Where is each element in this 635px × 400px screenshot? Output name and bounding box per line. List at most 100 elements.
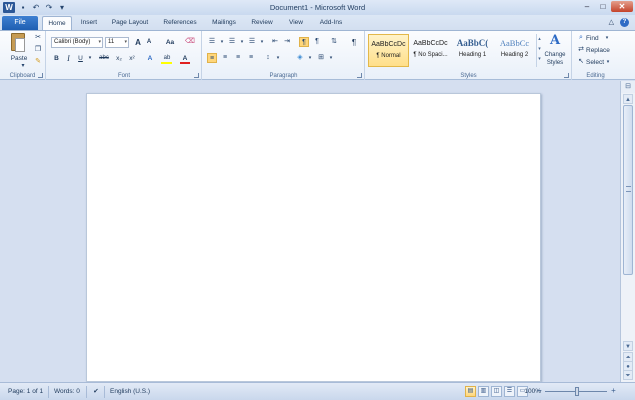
chevron-down-icon: ▾ bbox=[98, 39, 101, 45]
full-screen-reading-view-icon[interactable]: ▥ bbox=[478, 386, 489, 397]
vertical-scrollbar[interactable]: ▲ ▼ ⏶ ● ⏷ bbox=[620, 93, 635, 382]
proofing-icon[interactable]: ✔ bbox=[91, 387, 101, 397]
find-dropdown-icon[interactable]: ▾ bbox=[602, 33, 612, 43]
line-spacing-dropdown-icon[interactable]: ▾ bbox=[273, 53, 283, 63]
font-size-value: 11 bbox=[108, 39, 115, 45]
sort-icon[interactable]: ⇅ bbox=[329, 37, 339, 47]
paste-dropdown-icon[interactable]: ▾ bbox=[18, 61, 28, 71]
font-launcher-icon[interactable] bbox=[194, 73, 199, 78]
shrink-font-button[interactable]: A bbox=[144, 37, 154, 48]
zoom-slider-thumb[interactable] bbox=[575, 387, 579, 396]
shading-dropdown-icon[interactable]: ▾ bbox=[305, 53, 315, 63]
zoom-out-button[interactable]: − bbox=[535, 386, 544, 396]
align-left-icon[interactable]: ≡ bbox=[207, 53, 217, 63]
ribbon-tabs: File Home Insert Page Layout References … bbox=[0, 15, 635, 30]
ruler-icon: ⊟ bbox=[625, 83, 631, 90]
web-layout-view-icon[interactable]: ◫ bbox=[491, 386, 502, 397]
tab-add-ins[interactable]: Add-Ins bbox=[314, 16, 348, 30]
font-color-button[interactable]: A bbox=[179, 53, 191, 64]
bold-button[interactable]: B bbox=[52, 53, 61, 64]
maximize-button[interactable]: □ bbox=[595, 1, 611, 12]
tab-page-layout[interactable]: Page Layout bbox=[106, 16, 154, 30]
view-ruler-button[interactable]: ⊟ bbox=[620, 81, 635, 93]
decrease-indent-icon[interactable]: ⇤ bbox=[270, 37, 280, 47]
zoom-in-button[interactable]: + bbox=[609, 386, 618, 396]
next-page-button[interactable]: ⏷ bbox=[623, 370, 633, 380]
find-icon[interactable]: ⌕ bbox=[576, 33, 586, 43]
scrollbar-thumb[interactable] bbox=[623, 105, 633, 275]
tab-home[interactable]: Home bbox=[42, 16, 72, 30]
cut-icon[interactable]: ✂ bbox=[33, 33, 43, 43]
line-spacing-icon[interactable]: ↕ bbox=[263, 53, 273, 63]
page-count[interactable]: Page: 1 of 1 bbox=[8, 387, 43, 397]
tab-review[interactable]: Review bbox=[246, 16, 278, 30]
numbering-icon[interactable]: ☰ bbox=[227, 37, 237, 47]
underline-dropdown-icon[interactable]: ▾ bbox=[87, 53, 93, 64]
format-painter-icon[interactable]: ✎ bbox=[33, 57, 43, 67]
text-effects-button[interactable]: A bbox=[144, 53, 156, 64]
print-layout-view-icon[interactable]: ▤ bbox=[465, 386, 476, 397]
rtl-icon[interactable]: ¶ bbox=[312, 37, 322, 47]
paste-icon[interactable] bbox=[11, 33, 25, 52]
minimize-button[interactable]: – bbox=[579, 1, 595, 12]
style-heading-2[interactable]: AaBbCc Heading 2 bbox=[494, 34, 535, 67]
replace-button[interactable]: Replace bbox=[586, 45, 614, 56]
align-center-icon[interactable]: ≡ bbox=[220, 53, 230, 63]
language-indicator[interactable]: English (U.S.) bbox=[110, 387, 150, 397]
tab-mailings[interactable]: Mailings bbox=[206, 16, 242, 30]
font-name-combo[interactable]: Calibri (Body) ▾ bbox=[51, 37, 103, 48]
select-button[interactable]: Select bbox=[586, 57, 604, 68]
tab-insert[interactable]: Insert bbox=[76, 16, 102, 30]
find-button[interactable]: Find bbox=[586, 33, 602, 44]
outline-view-icon[interactable]: ☰ bbox=[504, 386, 515, 397]
italic-button[interactable]: I bbox=[64, 53, 73, 64]
tab-view[interactable]: View bbox=[282, 16, 310, 30]
styles-launcher-icon[interactable] bbox=[564, 73, 569, 78]
status-divider bbox=[104, 386, 105, 398]
change-case-button[interactable]: Aa bbox=[163, 37, 177, 48]
borders-icon[interactable]: ⊞ bbox=[316, 53, 326, 63]
clipboard-launcher-icon[interactable] bbox=[38, 73, 43, 78]
highlight-button[interactable]: ab bbox=[160, 53, 174, 64]
increase-indent-icon[interactable]: ⇥ bbox=[282, 37, 292, 47]
minimize-ribbon-icon[interactable]: △ bbox=[609, 18, 614, 27]
font-size-combo[interactable]: 11 ▾ bbox=[105, 37, 129, 48]
multilevel-list-icon[interactable]: ☰ bbox=[247, 37, 257, 47]
justify-icon[interactable]: ≡ bbox=[246, 53, 256, 63]
borders-dropdown-icon[interactable]: ▾ bbox=[326, 53, 336, 63]
style-heading-1[interactable]: AaBbC( Heading 1 bbox=[452, 34, 493, 67]
tab-references[interactable]: References bbox=[158, 16, 202, 30]
subscript-button[interactable]: x₂ bbox=[113, 53, 125, 64]
clear-formatting-icon[interactable]: ⌫ bbox=[185, 37, 195, 47]
help-icon[interactable]: ? bbox=[620, 18, 629, 27]
bullets-dropdown-icon[interactable]: ▾ bbox=[217, 37, 227, 47]
paragraph-launcher-icon[interactable] bbox=[357, 73, 362, 78]
change-styles-button[interactable]: Change Styles bbox=[540, 51, 570, 69]
ltr-icon[interactable]: ¶ bbox=[299, 37, 309, 47]
shading-icon[interactable]: ◈ bbox=[295, 53, 305, 63]
strikethrough-button[interactable]: abc bbox=[97, 53, 111, 64]
styles-group: AaBbCcDc ¶ Normal AaBbCcDc ¶ No Spaci...… bbox=[366, 31, 572, 80]
style-normal[interactable]: AaBbCcDc ¶ Normal bbox=[368, 34, 409, 67]
change-styles-icon[interactable]: A bbox=[546, 33, 564, 49]
multilevel-dropdown-icon[interactable]: ▾ bbox=[257, 37, 267, 47]
replace-icon[interactable]: ⇄ bbox=[576, 45, 586, 55]
select-icon[interactable]: ↖ bbox=[576, 57, 586, 67]
scroll-up-button[interactable]: ▲ bbox=[623, 94, 633, 104]
style-no-spacing[interactable]: AaBbCcDc ¶ No Spaci... bbox=[410, 34, 451, 67]
grow-font-button[interactable]: A bbox=[133, 37, 143, 48]
scroll-down-button[interactable]: ▼ bbox=[623, 341, 633, 351]
style-name: ¶ No Spaci... bbox=[413, 52, 448, 58]
tab-file[interactable]: File bbox=[2, 16, 38, 30]
bullets-icon[interactable]: ☰ bbox=[207, 37, 217, 47]
show-formatting-button[interactable]: ¶ bbox=[349, 37, 359, 48]
underline-button[interactable]: U bbox=[76, 53, 85, 64]
superscript-button[interactable]: x² bbox=[126, 53, 138, 64]
close-button[interactable]: ✕ bbox=[611, 1, 633, 12]
document-page[interactable] bbox=[86, 93, 541, 382]
copy-icon[interactable]: ❐ bbox=[33, 45, 43, 55]
select-dropdown-icon[interactable]: ▾ bbox=[603, 57, 613, 67]
align-right-icon[interactable]: ≡ bbox=[233, 53, 243, 63]
word-count[interactable]: Words: 0 bbox=[54, 387, 80, 397]
numbering-dropdown-icon[interactable]: ▾ bbox=[237, 37, 247, 47]
